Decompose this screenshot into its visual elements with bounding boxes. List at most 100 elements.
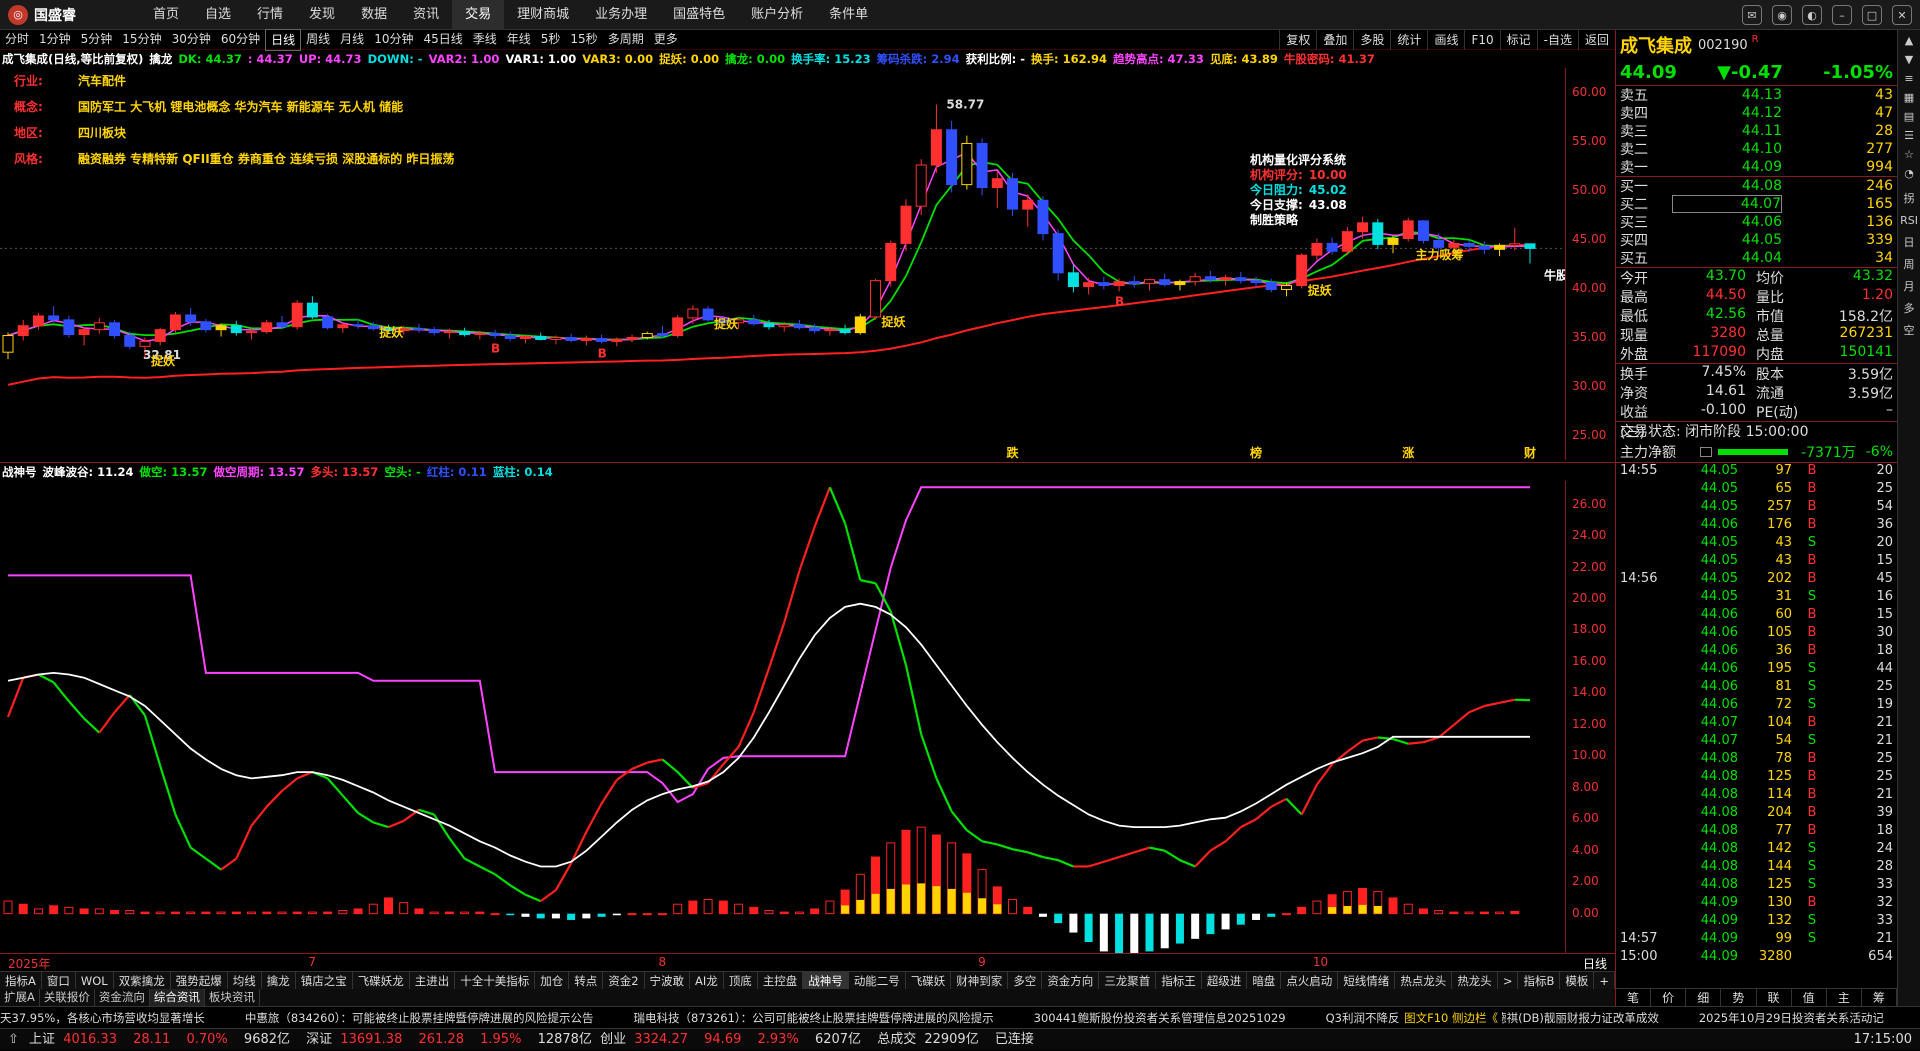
menu-item-2[interactable]: 行情 (244, 0, 296, 30)
indicator-tab[interactable]: 窗口 (42, 972, 76, 989)
bid-row[interactable]: 买一44.08246 (1616, 177, 1897, 195)
quote-tab[interactable]: 筹 (1862, 989, 1897, 1006)
period-tab-1[interactable]: 1分钟 (34, 29, 76, 51)
news-item[interactable]: 2025年10月29日投资者关系活动记 (1699, 1011, 1884, 1025)
indicator-tab[interactable]: 双紫擒龙 (114, 972, 171, 989)
indicator-tab[interactable]: WOL (76, 972, 114, 989)
period-tab-0[interactable]: 分时 (0, 29, 34, 51)
menu-item-10[interactable]: 账户分析 (738, 0, 816, 30)
sidebar-label[interactable]: 周 (1904, 258, 1915, 272)
close-icon[interactable]: ✕ (1892, 5, 1912, 25)
indicator-tab[interactable]: 指标A (0, 972, 42, 989)
indicator-tab[interactable]: 飞碟妖龙 (353, 972, 410, 989)
info-tab[interactable]: 关联报价 (40, 989, 95, 1006)
indicator-tab[interactable]: > (1498, 972, 1519, 989)
indicator-tab[interactable]: 三龙聚首 (1099, 972, 1156, 989)
menu-item-9[interactable]: 国盛特色 (660, 0, 738, 30)
bell-icon[interactable]: ◔ (1904, 167, 1914, 181)
up-icon[interactable]: ▲ (1905, 34, 1913, 48)
maximize-icon[interactable]: □ (1862, 5, 1882, 25)
news-ticker[interactable]: 天37.95%，各核心市场营收均显著增长 中惠旅（834260）：可能被终止股票挂… (0, 1006, 1920, 1028)
indicator-tab[interactable]: 模板 (1560, 972, 1594, 989)
indicator-tab[interactable]: 热点龙头 (1395, 972, 1452, 989)
indicator-tab[interactable]: 超级进 (1202, 972, 1248, 989)
quote-tab[interactable]: 值 (1792, 989, 1827, 1006)
menu-item-7[interactable]: 理财商城 (504, 0, 582, 30)
sidebar-label[interactable]: 拐 (1904, 192, 1915, 206)
sidebar-label[interactable]: 月 (1904, 280, 1915, 294)
ask-row[interactable]: 卖四44.1247 (1616, 104, 1897, 122)
news-item[interactable]: 天37.95%，各核心市场营收均显著增长 (0, 1011, 205, 1025)
period-tab-8[interactable]: 月线 (335, 29, 369, 51)
f10-sidebar-link[interactable]: 图文F10 侧边栏《 (1400, 1007, 1502, 1028)
indicator-tab[interactable]: 加仓 (535, 972, 569, 989)
indicator-tab[interactable]: 热龙头 (1452, 972, 1498, 989)
quote-tab[interactable]: 主 (1827, 989, 1862, 1006)
period-tab-11[interactable]: 季线 (468, 29, 502, 51)
news-item[interactable]: 300441鲍斯股份投资者关系管理信息20251029 (1034, 1011, 1286, 1025)
tool-button-2[interactable]: 多股 (1353, 30, 1390, 50)
indicator-tab[interactable]: 镇店之宝 (296, 972, 353, 989)
bid-row[interactable]: 买五44.0434 (1616, 249, 1897, 267)
menu-item-0[interactable]: 首页 (140, 0, 192, 30)
info-tab[interactable]: 扩展A (0, 989, 40, 1006)
list-icon[interactable]: ☰ (1904, 129, 1914, 143)
minimize-icon[interactable]: – (1832, 5, 1852, 25)
indicator-tab[interactable]: 战神号 (803, 972, 849, 989)
ask-row[interactable]: 卖二44.10277 (1616, 140, 1897, 158)
indicator-tab[interactable]: 点火启动 (1281, 972, 1338, 989)
indicator-tab[interactable]: 擒龙 (262, 972, 296, 989)
tool-button-0[interactable]: 复权 (1279, 30, 1316, 50)
indicator-tab[interactable]: 均线 (228, 972, 262, 989)
period-tab-3[interactable]: 15分钟 (117, 29, 166, 51)
tool-button-3[interactable]: 统计 (1390, 30, 1427, 50)
indicator-tab[interactable]: 动能二号 (849, 972, 906, 989)
tool-button-8[interactable]: 返回 (1578, 30, 1615, 50)
quote-tab[interactable]: 势 (1721, 989, 1756, 1006)
tool-button-5[interactable]: F10 (1464, 30, 1499, 50)
indicator-tab[interactable]: 转点 (569, 972, 603, 989)
expand-icon[interactable] (1700, 447, 1712, 457)
indicator-tab[interactable]: 主进出 (410, 972, 456, 989)
period-tab-13[interactable]: 5秒 (536, 29, 566, 51)
star-icon[interactable]: ☆ (1904, 148, 1914, 162)
news-item[interactable]: 中惠旅（834260）：可能被终止股票挂牌暨停牌进展的风险提示公告 (245, 1011, 594, 1025)
menu-item-5[interactable]: 资讯 (400, 0, 452, 30)
sidebar-label[interactable]: 日 (1904, 236, 1915, 250)
tick-list[interactable]: 14:5544.0597B2044.0565B2544.05257B5444.0… (1616, 463, 1897, 967)
indicator-tab[interactable]: 强势起爆 (171, 972, 228, 989)
period-tab-4[interactable]: 30分钟 (167, 29, 216, 51)
indicator-tab[interactable]: 多空 (1008, 972, 1042, 989)
info-tab[interactable]: 板块资讯 (205, 989, 260, 1006)
indicator-tab[interactable]: + (1594, 972, 1615, 989)
tool-button-7[interactable]: -自选 (1537, 30, 1578, 50)
bid-row[interactable]: 买二44.07165 (1616, 195, 1897, 213)
bid-row[interactable]: 买三44.06136 (1616, 213, 1897, 231)
menu-item-11[interactable]: 条件单 (816, 0, 881, 30)
ask-row[interactable]: 卖五44.1343 (1616, 86, 1897, 104)
indicator-tab[interactable]: 主控盘 (758, 972, 804, 989)
grid-icon[interactable]: ▦ (1904, 91, 1914, 105)
indicator-tab[interactable]: 财神到家 (951, 972, 1008, 989)
bid-row[interactable]: 买四44.05339 (1616, 231, 1897, 249)
ask-row[interactable]: 卖一44.09994 (1616, 158, 1897, 176)
period-tab-10[interactable]: 45日线 (418, 29, 467, 51)
indicator-tab[interactable]: 飞碟妖 (906, 972, 952, 989)
quote-tab[interactable]: 细 (1686, 989, 1721, 1006)
info-tab[interactable]: 资金流向 (95, 989, 150, 1006)
skin-icon[interactable]: ◐ (1802, 5, 1822, 25)
tool-button-4[interactable]: 画线 (1427, 30, 1464, 50)
menu-item-1[interactable]: 自选 (192, 0, 244, 30)
period-tab-7[interactable]: 周线 (301, 29, 335, 51)
news-item[interactable]: 瑞电科技（873261）：公司可能被终止股票挂牌暨停牌进展的风险提示 (634, 1011, 994, 1025)
indicator-tab[interactable]: 指标B (1518, 972, 1560, 989)
period-tab-15[interactable]: 多周期 (603, 29, 649, 51)
menu-item-8[interactable]: 业务办理 (582, 0, 660, 30)
sidebar-label[interactable]: 空 (1904, 324, 1915, 338)
tool-button-6[interactable]: 标记 (1500, 30, 1537, 50)
menu-item-6[interactable]: 交易 (452, 0, 504, 30)
indicator-tab[interactable]: 短线情绪 (1338, 972, 1395, 989)
indicator-tab[interactable]: AI龙 (690, 972, 724, 989)
indicator-tab[interactable]: 顶底 (724, 972, 758, 989)
indicator-tab[interactable]: 资金方向 (1042, 972, 1099, 989)
